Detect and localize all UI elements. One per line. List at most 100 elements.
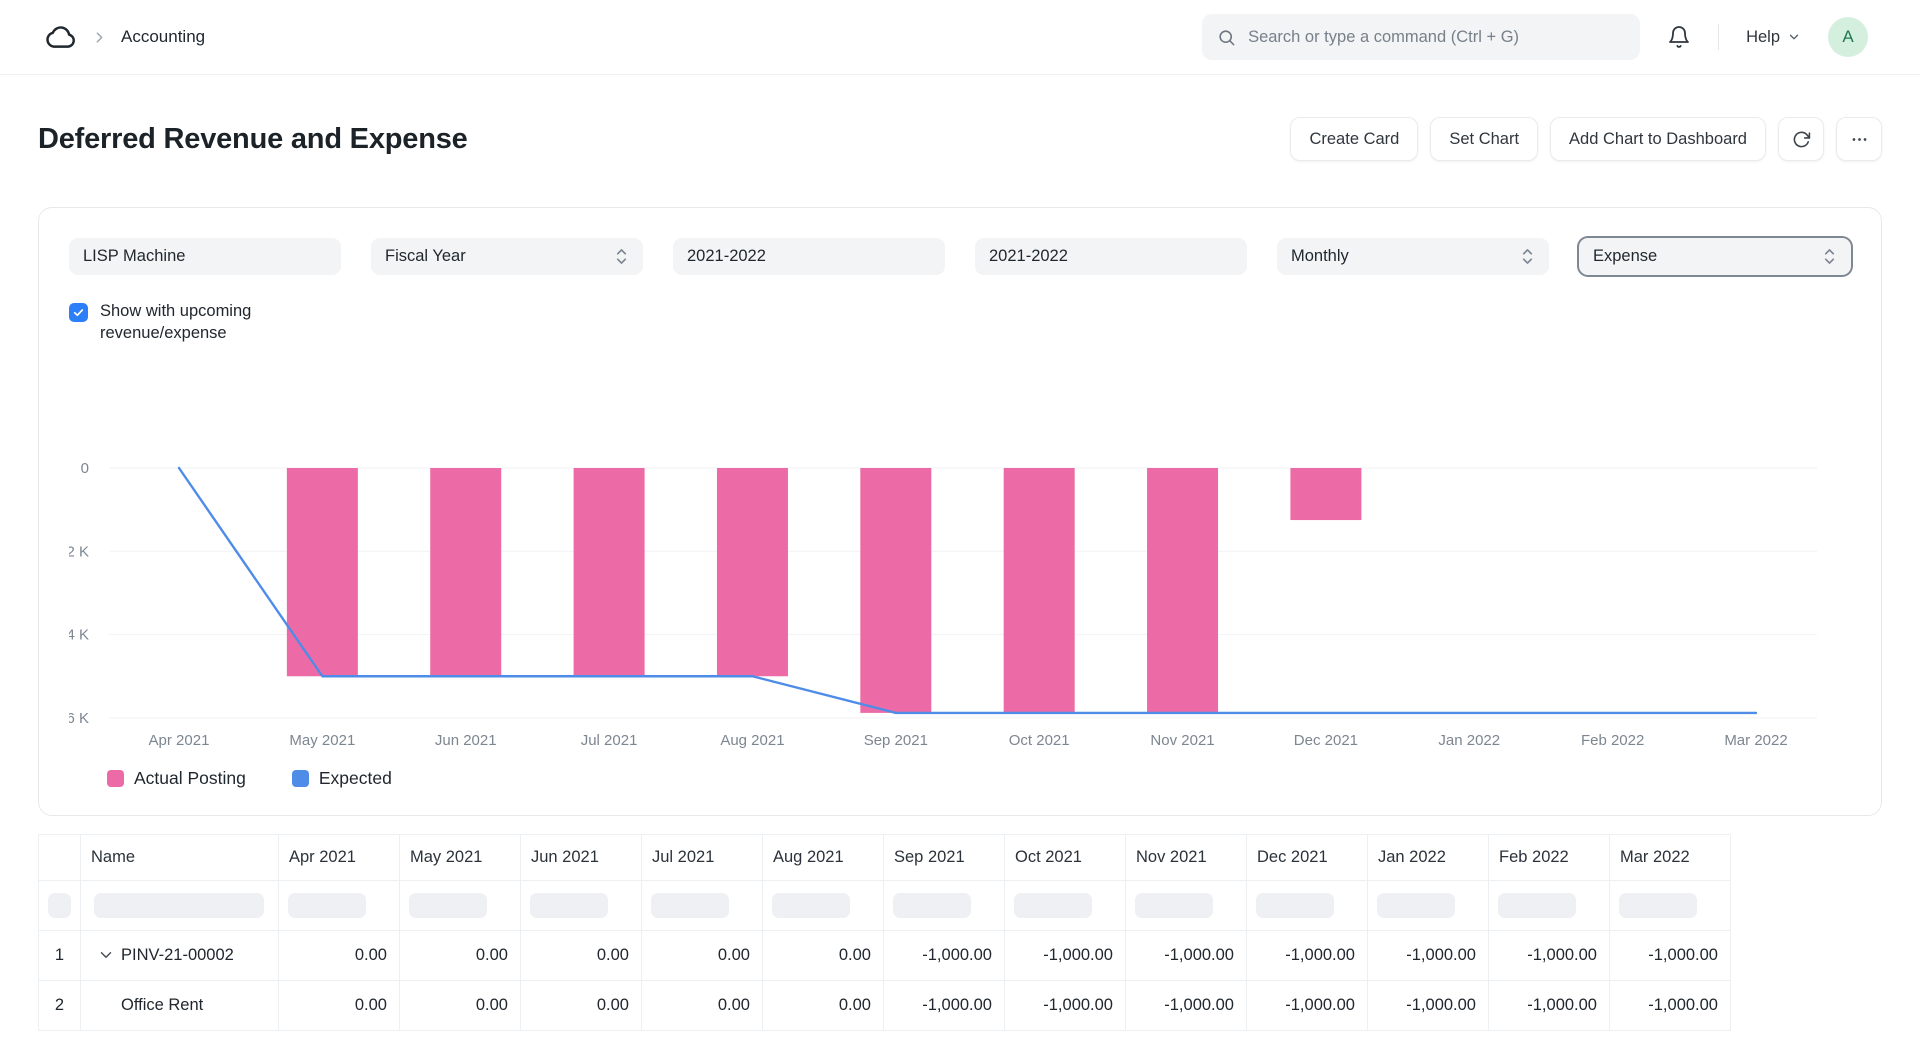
set-chart-button[interactable]: Set Chart xyxy=(1430,117,1538,161)
value-cell[interactable]: 0.00 xyxy=(279,980,400,1030)
refresh-button[interactable] xyxy=(1778,117,1824,161)
column-filter-input[interactable] xyxy=(94,893,264,918)
x-axis-label: Sep 2021 xyxy=(864,732,928,749)
column-filter-input[interactable] xyxy=(530,893,608,918)
chart-legend: Actual Posting Expected xyxy=(107,768,1851,789)
value-cell[interactable]: -1,000.00 xyxy=(884,930,1005,980)
filter-based-on-select[interactable]: Fiscal Year xyxy=(371,238,643,275)
row-name-cell[interactable]: Office Rent xyxy=(81,980,279,1030)
legend-label: Actual Posting xyxy=(134,768,246,789)
value-cell[interactable]: -1,000.00 xyxy=(884,980,1005,1030)
column-header[interactable]: Feb 2022 xyxy=(1489,834,1610,880)
legend-label: Expected xyxy=(319,768,392,789)
global-search-input[interactable]: Search or type a command (Ctrl + G) xyxy=(1202,14,1640,60)
column-header[interactable]: Sep 2021 xyxy=(884,834,1005,880)
column-header[interactable]: Apr 2021 xyxy=(279,834,400,880)
value-cell[interactable]: 0.00 xyxy=(400,930,521,980)
column-header[interactable]: Jan 2022 xyxy=(1368,834,1489,880)
company-filter-input[interactable]: LISP Machine xyxy=(69,238,341,275)
column-filter-input[interactable] xyxy=(1377,893,1455,918)
value-cell[interactable]: -1,000.00 xyxy=(1489,980,1610,1030)
column-filter-input[interactable] xyxy=(1135,893,1213,918)
chart-bar[interactable] xyxy=(1004,468,1075,713)
from-fiscal-year-input[interactable]: 2021-2022 xyxy=(673,238,945,275)
value-cell[interactable]: -1,000.00 xyxy=(1126,980,1247,1030)
value-cell[interactable]: 0.00 xyxy=(279,930,400,980)
value-cell[interactable]: -1,000.00 xyxy=(1610,930,1731,980)
help-menu-button[interactable]: Help xyxy=(1746,28,1801,47)
chart-bar[interactable] xyxy=(574,468,645,676)
chart-bar[interactable] xyxy=(1290,468,1361,520)
column-header[interactable]: Aug 2021 xyxy=(763,834,884,880)
chart-bar[interactable] xyxy=(287,468,358,676)
periodicity-select[interactable]: Monthly xyxy=(1277,238,1549,275)
column-header[interactable]: Jun 2021 xyxy=(521,834,642,880)
filter-bar: LISP Machine Fiscal Year 2021-2022 2021-… xyxy=(69,238,1851,275)
value-cell[interactable]: -1,000.00 xyxy=(1368,930,1489,980)
column-filter-input[interactable] xyxy=(1014,893,1092,918)
select-chevrons-icon xyxy=(1822,246,1837,267)
column-filter-input[interactable] xyxy=(651,893,729,918)
y-axis-tick-label: -6 K xyxy=(69,710,89,727)
frappe-cloud-logo-icon[interactable] xyxy=(44,24,78,51)
legend-expected[interactable]: Expected xyxy=(292,768,392,789)
column-filter-input[interactable] xyxy=(48,893,71,918)
chart-bar[interactable] xyxy=(717,468,788,676)
more-options-button[interactable] xyxy=(1836,117,1882,161)
value-cell[interactable]: -1,000.00 xyxy=(1368,980,1489,1030)
column-filter-input[interactable] xyxy=(893,893,971,918)
x-axis-label: Jan 2022 xyxy=(1438,732,1500,749)
column-filter-input[interactable] xyxy=(1498,893,1576,918)
add-chart-to-dashboard-button[interactable]: Add Chart to Dashboard xyxy=(1550,117,1766,161)
check-icon xyxy=(72,306,85,319)
value-cell[interactable]: -1,000.00 xyxy=(1610,980,1731,1030)
expand-chevron-icon[interactable] xyxy=(97,946,115,964)
value-cell[interactable]: 0.00 xyxy=(521,980,642,1030)
value-cell[interactable]: -1,000.00 xyxy=(1126,930,1247,980)
breadcrumb-accounting[interactable]: Accounting xyxy=(121,27,205,47)
column-header[interactable]: Dec 2021 xyxy=(1247,834,1368,880)
row-name-cell[interactable]: PINV-21-00002 xyxy=(81,930,279,980)
chart-bar[interactable] xyxy=(1147,468,1218,713)
show-upcoming-checkbox[interactable] xyxy=(69,303,88,322)
value-cell[interactable]: 0.00 xyxy=(521,930,642,980)
create-card-button[interactable]: Create Card xyxy=(1290,117,1418,161)
value-cell[interactable]: 0.00 xyxy=(763,930,884,980)
value-cell[interactable]: 0.00 xyxy=(642,980,763,1030)
column-header[interactable]: Oct 2021 xyxy=(1005,834,1126,880)
chevron-right-icon xyxy=(91,29,108,46)
legend-actual-posting[interactable]: Actual Posting xyxy=(107,768,246,789)
value-cell[interactable]: -1,000.00 xyxy=(1247,980,1368,1030)
table-row[interactable]: 1PINV-21-000020.000.000.000.000.00-1,000… xyxy=(39,930,1731,980)
table-row[interactable]: 2Office Rent0.000.000.000.000.00-1,000.0… xyxy=(39,980,1731,1030)
page-title: Deferred Revenue and Expense xyxy=(38,123,468,156)
column-header[interactable]: May 2021 xyxy=(400,834,521,880)
column-filter-input[interactable] xyxy=(772,893,850,918)
user-avatar[interactable]: A xyxy=(1828,17,1868,57)
value-cell[interactable]: -1,000.00 xyxy=(1005,930,1126,980)
column-header[interactable]: Name xyxy=(81,834,279,880)
column-filter-input[interactable] xyxy=(288,893,366,918)
value-cell[interactable]: 0.00 xyxy=(763,980,884,1030)
column-header[interactable]: Mar 2022 xyxy=(1610,834,1731,880)
chart-bar[interactable] xyxy=(430,468,501,676)
column-header[interactable]: Nov 2021 xyxy=(1126,834,1247,880)
column-header[interactable]: Jul 2021 xyxy=(642,834,763,880)
column-filter-input[interactable] xyxy=(1619,893,1697,918)
chart-bar[interactable] xyxy=(860,468,931,713)
notifications-bell-icon[interactable] xyxy=(1667,25,1691,49)
expected-line xyxy=(179,468,1756,713)
from-fiscal-year-value: 2021-2022 xyxy=(687,247,931,266)
x-axis-label: Oct 2021 xyxy=(1009,732,1070,749)
expected-swatch xyxy=(292,770,309,787)
column-filter-input[interactable] xyxy=(1256,893,1334,918)
value-cell[interactable]: -1,000.00 xyxy=(1005,980,1126,1030)
column-filter-input[interactable] xyxy=(409,893,487,918)
to-fiscal-year-input[interactable]: 2021-2022 xyxy=(975,238,1247,275)
value-cell[interactable]: -1,000.00 xyxy=(1489,930,1610,980)
x-axis-label: Feb 2022 xyxy=(1581,732,1644,749)
value-cell[interactable]: 0.00 xyxy=(642,930,763,980)
value-cell[interactable]: -1,000.00 xyxy=(1247,930,1368,980)
value-cell[interactable]: 0.00 xyxy=(400,980,521,1030)
type-select[interactable]: Expense xyxy=(1579,238,1851,275)
